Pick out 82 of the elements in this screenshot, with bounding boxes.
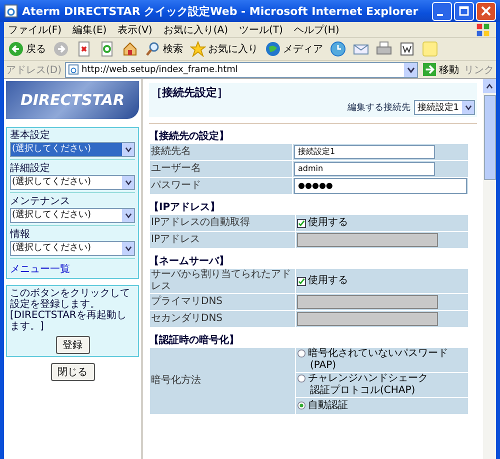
address-field[interactable]: http://web.setup/index_frame.html [64,62,418,78]
section-title: 【IPアドレス】 [149,201,222,214]
media-button[interactable]: メディア [263,39,325,59]
section-title: 【認証時の暗号化】 [149,334,240,347]
menu-category-label: 情報 [10,229,31,241]
radio-label[interactable]: 認証プロトコル(CHAP) [308,385,428,397]
history-button[interactable] [328,39,348,59]
radio-label[interactable]: 暗号化されていないパスワード [308,348,448,360]
text-field[interactable]: 接続設定1 [294,145,435,159]
field-label: サーバから割り当てられたアドレス [150,269,295,293]
radio-label[interactable]: (PAP) [308,360,448,372]
text-field[interactable]: admin [294,162,435,176]
radio-label[interactable]: チャレンジハンドシェーク [308,373,428,385]
checkbox-label[interactable]: 使用する [308,275,348,287]
menu-item[interactable]: お気に入り(A) [163,22,228,36]
search-icon [145,41,161,57]
menu-category-label: 詳細設定 [10,163,51,175]
page-icon [4,4,18,18]
document-icon [399,41,415,57]
menu-item[interactable]: ファイル(F) [8,22,62,36]
close-button[interactable] [476,2,496,20]
home-icon [122,41,138,57]
password-field[interactable]: ●●●●● [294,178,467,194]
maximize-button[interactable] [454,2,474,20]
menu-item[interactable]: ツール(T) [239,22,283,36]
clock-icon [330,41,346,57]
checkbox[interactable] [297,276,306,286]
menu-select[interactable]: (選択してください) [10,208,135,223]
page-title: ［接続先設定］ [151,85,229,100]
field-label: ユーザー名 [150,161,292,177]
field-label: 接続先名 [150,144,292,160]
minimize-icon [437,14,443,16]
menu-select[interactable]: (選択してください) [10,142,135,157]
close-icon [481,6,491,16]
stop-icon [76,41,92,57]
windows-logo-icon [476,22,490,36]
radio-icon[interactable] [297,401,306,410]
field-label: パスワード [150,178,292,194]
radio-icon[interactable] [297,349,306,358]
back-button[interactable]: 戻る [6,39,48,59]
register-note: このボタンをクリックして設定を登録します。[DIRECTSTARを再起動します。] [10,288,131,332]
address-label: アドレス(D) [6,64,62,76]
close-page-button[interactable]: 閉じる [50,363,94,381]
register-button[interactable]: 登録 [56,336,90,354]
globe-icon [265,41,281,57]
field-label: IPアドレスの自動取得 [150,215,295,231]
search-button[interactable]: 検索 [143,39,185,59]
logo: DIRECTSTAR [6,81,139,119]
menu-category-label: メンテナンス [10,196,71,208]
field-label: IPアドレス [150,232,295,248]
window-title: Aterm DIRECTSTAR クイック設定Web - Microsoft Internet Explorer [22,4,420,18]
radio-label[interactable]: 自動認証 [308,400,348,412]
menu-item[interactable]: 編集(E) [72,22,107,36]
field-label: プライマリDNS [150,294,295,310]
checkbox[interactable] [297,218,306,228]
scrollbar-thumb[interactable] [484,95,496,180]
minimize-button[interactable] [432,2,452,20]
menu-item[interactable]: 表示(V) [118,22,152,36]
page-icon [68,64,79,75]
refresh-icon [99,41,115,57]
menu-item[interactable]: ヘルプ(H) [294,22,340,36]
go-button[interactable]: 移動 [421,62,461,76]
edit-target-label: 編集する接続先 [347,102,410,114]
menu-select[interactable]: (選択してください) [10,175,135,190]
section-title: 【ネームサーバ】 [149,255,230,268]
maximize-icon [459,6,469,16]
menu-list-link[interactable]: メニュー一覧 [10,262,70,276]
scroll-up-icon[interactable] [483,79,496,93]
printer-icon [376,41,392,57]
radio-icon[interactable] [297,374,306,383]
favorites-button[interactable]: お気に入り [188,39,260,59]
checkbox-label[interactable]: 使用する [308,217,348,229]
connection-select[interactable]: 接続設定1 [414,100,475,115]
menu-category-label: 基本設定 [10,130,51,142]
star-icon [190,41,206,57]
go-arrow-icon [423,63,436,76]
field-label: 暗号化方法 [150,348,295,414]
field-label: セカンダリDNS [150,311,295,327]
note-icon [422,41,438,57]
section-title: 【接続先の設定】 [149,130,230,143]
scrollbar[interactable] [483,79,496,459]
menu-select[interactable]: (選択してください) [10,241,135,256]
